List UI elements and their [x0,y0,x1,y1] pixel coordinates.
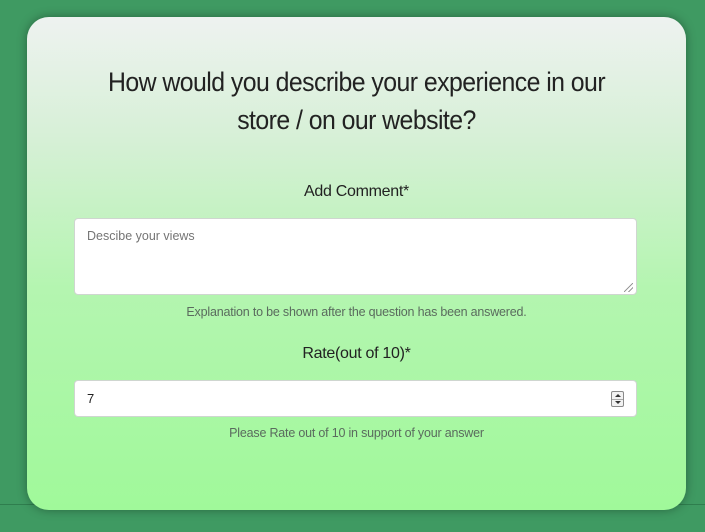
rating-helper-text: Please Rate out of 10 in support of your… [229,426,484,440]
question-title: How would you describe your experience i… [107,67,606,135]
chevron-down-icon[interactable] [612,399,623,406]
resize-grip-icon[interactable] [624,283,633,292]
rating-number-input[interactable]: 7 [74,380,637,417]
rating-value: 7 [87,391,95,406]
rating-label: Rate(out of 10)* [27,345,686,363]
comment-label: Add Comment* [27,183,686,201]
rating-required-mark: * [404,345,411,362]
comment-textarea[interactable] [74,218,637,295]
comment-required-mark: * [403,183,409,200]
comment-label-text: Add Comment [304,183,404,200]
rating-label-text: Rate(out of 10) [302,345,405,362]
comment-helper-text: Explanation to be shown after the questi… [186,305,527,319]
feedback-card: How would you describe your experience i… [27,17,686,510]
rating-spinner[interactable] [611,391,624,407]
